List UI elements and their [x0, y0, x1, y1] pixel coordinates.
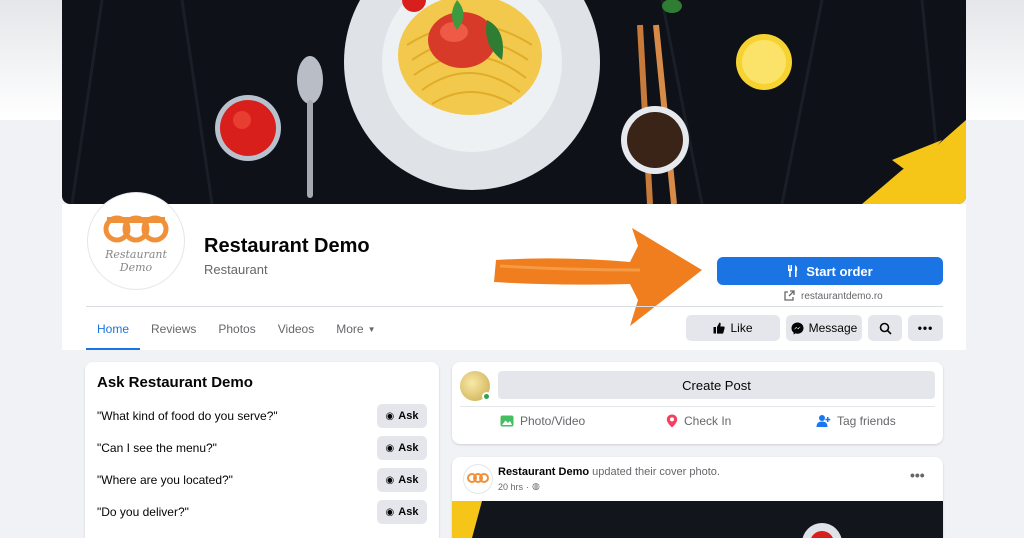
ask-button-label: Ask — [398, 506, 419, 518]
post-timestamp[interactable]: 20 hrs · ◍ — [498, 481, 540, 492]
page-category[interactable]: Restaurant — [204, 262, 268, 277]
ask-row: "Can I see the menu?" ◉ Ask — [97, 434, 427, 462]
post-card: Restaurant Demo updated their cover phot… — [452, 457, 943, 538]
create-post-card: Create Post Photo/Video Check In Tag fri… — [452, 362, 943, 444]
website-url: restaurantdemo.ro — [801, 290, 883, 302]
like-label: Like — [730, 321, 753, 335]
globe-icon: ◍ — [532, 481, 540, 491]
ask-button[interactable]: ◉ Ask — [377, 404, 427, 428]
cover-photo[interactable] — [62, 0, 966, 204]
check-in-button[interactable]: Check In — [666, 414, 731, 428]
post-image-illustration — [452, 501, 842, 538]
create-post-divider — [460, 406, 935, 407]
caret-down-icon: ▼ — [367, 325, 376, 334]
tab-reviews[interactable]: Reviews — [140, 314, 207, 350]
ask-row: "Do you deliver?" ◉ Ask — [97, 498, 427, 526]
post-author[interactable]: Restaurant Demo — [498, 466, 589, 478]
search-icon — [879, 322, 892, 335]
ask-card-title: Ask Restaurant Demo — [97, 374, 253, 391]
ask-button[interactable]: ◉ Ask — [377, 436, 427, 460]
ask-button[interactable]: ◉ Ask — [377, 500, 427, 524]
tab-photos[interactable]: Photos — [207, 314, 266, 350]
dot-separator: · — [526, 481, 530, 492]
page-avatar[interactable]: Restaurant Demo — [88, 193, 184, 289]
start-order-label: Start order — [806, 263, 873, 279]
check-in-label: Check In — [684, 414, 732, 428]
post-options-button[interactable]: ••• — [910, 467, 925, 483]
location-pin-icon — [666, 414, 678, 428]
messenger-icon — [791, 322, 804, 334]
more-dots-icon: ••• — [917, 321, 934, 335]
ask-question[interactable]: "Where are you located?" — [97, 473, 233, 487]
page-tabs: Home Reviews Photos Videos More ▼ — [86, 314, 386, 350]
cover-illustration — [70, 0, 966, 204]
tag-friends-button[interactable]: Tag friends — [816, 414, 896, 428]
post-author-avatar[interactable] — [464, 465, 492, 493]
post-time-text: 20 hrs — [498, 481, 524, 492]
ask-button[interactable]: ◉ Ask — [377, 468, 427, 492]
logo-icon — [467, 473, 489, 483]
ask-button-label: Ask — [398, 474, 419, 486]
post-action-text: updated their cover photo. — [592, 466, 720, 478]
message-button[interactable]: Message — [786, 315, 862, 341]
tab-videos[interactable]: Videos — [267, 314, 325, 350]
ask-question[interactable]: "What kind of food do you serve?" — [97, 409, 278, 423]
ask-button-label: Ask — [398, 442, 419, 454]
ask-question[interactable]: "Can I see the menu?" — [97, 441, 217, 455]
annotation-arrow-icon — [494, 228, 702, 326]
like-button[interactable]: Like — [686, 315, 780, 341]
tab-more-label: More — [336, 322, 364, 336]
ask-button-label: Ask — [398, 410, 419, 422]
messenger-icon: ◉ — [385, 410, 395, 422]
online-status-icon — [482, 392, 491, 401]
start-order-button[interactable]: Start order — [717, 257, 943, 285]
ask-card: Ask Restaurant Demo "What kind of food d… — [85, 362, 439, 538]
utensils-icon — [788, 265, 798, 277]
thumbs-up-icon — [713, 322, 726, 334]
external-link-icon — [784, 290, 795, 301]
messenger-icon: ◉ — [385, 506, 395, 518]
photo-video-button[interactable]: Photo/Video — [500, 414, 585, 428]
header-divider — [86, 306, 943, 307]
logo-text-line-2: Demo — [119, 261, 153, 274]
post-header: Restaurant Demo updated their cover phot… — [498, 466, 720, 478]
post-cover-image[interactable] — [452, 501, 943, 538]
logo-text-line-1: Restaurant — [105, 248, 167, 261]
ask-row: "What kind of food do you serve?" ◉ Ask — [97, 402, 427, 430]
ask-row: "Where are you located?" ◉ Ask — [97, 466, 427, 494]
photo-video-label: Photo/Video — [520, 414, 586, 428]
search-button[interactable] — [868, 315, 902, 341]
tab-home[interactable]: Home — [86, 314, 141, 350]
create-post-button[interactable]: Create Post — [498, 371, 935, 399]
tag-friends-label: Tag friends — [837, 414, 896, 428]
ask-question[interactable]: "Do you deliver?" — [97, 505, 189, 519]
messenger-icon: ◉ — [385, 474, 395, 486]
photo-icon — [500, 415, 514, 427]
page-title: Restaurant Demo — [204, 235, 370, 257]
tab-more[interactable]: More ▼ — [325, 314, 386, 350]
messenger-icon: ◉ — [385, 442, 395, 454]
message-label: Message — [808, 321, 858, 335]
tag-friends-icon — [816, 415, 831, 427]
more-options-button[interactable]: ••• — [908, 315, 943, 341]
website-link[interactable]: restaurantdemo.ro — [783, 290, 883, 302]
